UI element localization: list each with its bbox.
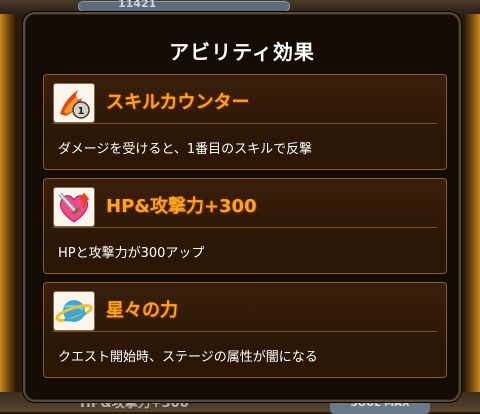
ability-description: HPと攻撃力が300アップ [58,246,205,261]
ability-description: クエスト開始時、ステージの属性が闇になる [58,350,318,365]
svg-text:1: 1 [78,106,85,117]
ability-effects-dialog[interactable]: アビリティ効果 1 スキルカウンター ダメージを受けると、1番目のスキルで反撃 [23,12,461,402]
ability-card-hp-attack: HP&攻撃力+300 HPと攻撃力が300アップ [43,178,447,274]
ability-name: スキルカウンター [106,92,250,113]
planet-icon [53,291,95,331]
ability-name: 星々の力 [106,300,178,321]
background-frame-left [0,0,16,412]
background-hp-text: 11421 [118,0,157,10]
heart-sword-icon [53,187,95,227]
card-divider [52,227,438,228]
background-hp-bar [78,1,290,12]
ability-name: HP&攻撃力+300 [106,196,257,217]
card-divider [52,123,438,124]
background-frame-right [464,0,480,412]
ability-description: ダメージを受けると、1番目のスキルで反撃 [58,142,313,157]
flame-counter-icon: 1 [53,83,95,123]
dialog-title: アビリティ効果 [169,40,315,64]
ability-card-power-of-stars: 星々の力 クエスト開始時、ステージの属性が闇になる [43,282,447,378]
card-divider [52,331,438,332]
ability-card-skill-counter: 1 スキルカウンター ダメージを受けると、1番目のスキルで反撃 [43,74,447,170]
